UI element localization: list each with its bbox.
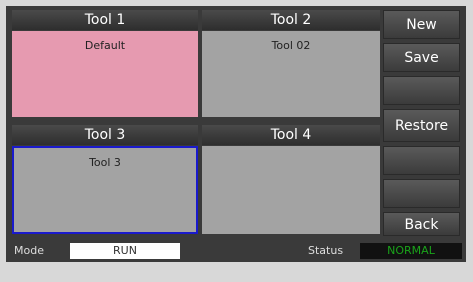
mode-value-field: RUN (70, 243, 180, 259)
tool-1-panel[interactable]: Default (12, 31, 198, 117)
restore-button[interactable]: Restore (383, 109, 460, 142)
tool-2-panel[interactable]: Tool 02 (202, 31, 380, 117)
tool-4-header: Tool 4 (202, 125, 380, 145)
side-button-blank-3[interactable] (383, 179, 460, 208)
status-bar: Mode RUN Status NORMAL (6, 240, 466, 262)
status-label: Status (308, 244, 344, 257)
tool-1-name: Default (84, 39, 126, 52)
tool-1-header: Tool 1 (12, 10, 198, 30)
new-button[interactable]: New (383, 10, 460, 39)
tool-3-header: Tool 3 (12, 125, 198, 145)
tool-4-panel[interactable] (202, 146, 380, 234)
back-button[interactable]: Back (383, 212, 460, 236)
side-button-blank-1[interactable] (383, 76, 460, 105)
status-value-field: NORMAL (360, 243, 462, 259)
tool-4-name (202, 146, 380, 154)
tool-2-name: Tool 02 (271, 39, 311, 52)
save-button[interactable]: Save (383, 43, 460, 72)
tool-3-name: Tool 3 (89, 156, 121, 169)
tool-2-header: Tool 2 (202, 10, 380, 30)
tool-3-panel[interactable]: Tool 3 (12, 146, 198, 234)
side-button-blank-2[interactable] (383, 146, 460, 175)
mode-label: Mode (14, 244, 44, 257)
